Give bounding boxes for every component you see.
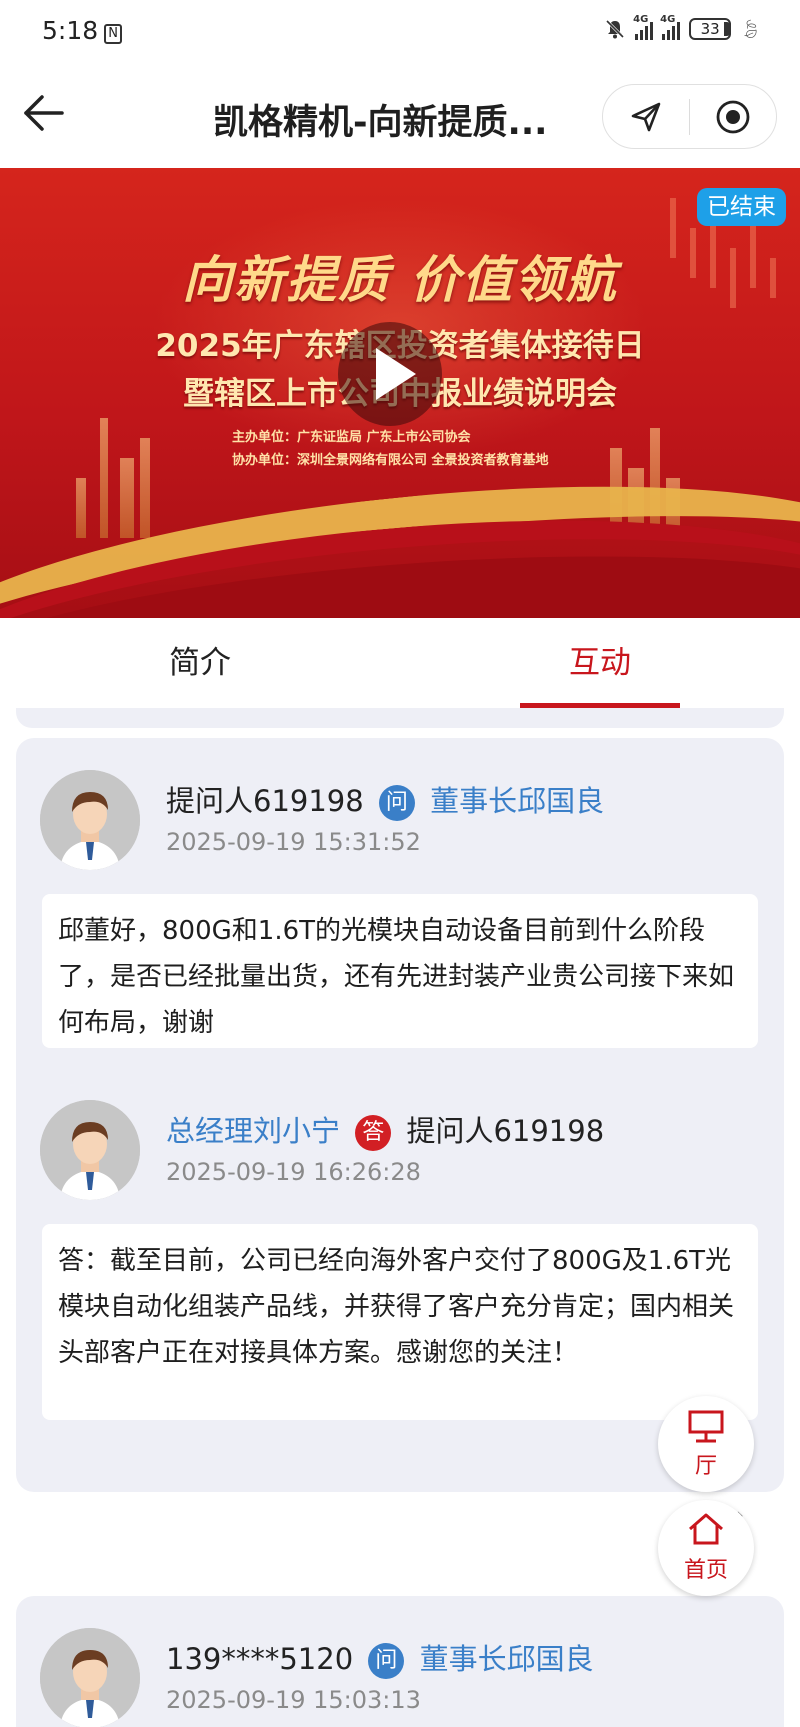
avatar	[40, 1628, 140, 1727]
question-badge: 问	[378, 785, 415, 821]
question-header: 提问人619198 问 董事长邱国良	[166, 778, 604, 821]
leaf-icon: 🍃︎	[739, 18, 762, 40]
banner-co-organizer: 协办单位：深圳全景网络有限公司 全景投资者教育基地	[232, 453, 549, 468]
tab-intro[interactable]: 简介	[0, 618, 400, 708]
live-video-banner[interactable]: 向新提质 价值领航 2025年广东辖区投资者集体接待日 暨辖区上市公司中报业绩说…	[0, 168, 800, 618]
answer-time: 2025-09-19 16:26:28	[166, 1158, 421, 1186]
status-time: 5:18 N	[42, 16, 123, 45]
qa-feed[interactable]: 提问人619198 问 董事长邱国良 2025-09-19 15:31:52 邱…	[0, 708, 800, 1727]
asker-name: 提问人619198	[166, 784, 364, 818]
answer-header: 总经理刘小宁 答 提问人619198	[166, 1108, 604, 1151]
status-bar: 5:18 N 4G 4G 33 🍃︎	[0, 0, 800, 66]
battery-icon: 33	[689, 18, 732, 40]
tab-bar: 简介 互动	[0, 618, 800, 708]
home-label: 首页	[683, 1558, 728, 1583]
responder-link[interactable]: 总经理刘小宁	[166, 1114, 340, 1148]
target-circle-icon	[716, 100, 750, 133]
previous-card	[16, 708, 784, 728]
target-person-link[interactable]: 董事长邱国良	[420, 1642, 594, 1676]
back-arrow-icon	[24, 95, 64, 131]
banner-slogan: 向新提质 价值领航	[182, 250, 618, 309]
user-avatar-icon	[40, 1100, 140, 1200]
network-type-2: 4G	[660, 14, 676, 25]
question-text: 邱董好，800G和1.6T的光模块自动设备目前到什么阶段了，是否已经批量出货，还…	[42, 894, 758, 1048]
clock-text: 5:18	[42, 16, 99, 45]
target-person-link[interactable]: 董事长邱国良	[430, 784, 604, 818]
page-title: 凯格精机-向新提质...	[213, 103, 548, 143]
question-time: 2025-09-19 15:31:52	[166, 828, 421, 856]
ended-status-badge: 已结束	[697, 188, 786, 226]
signal-strength-icon: 4G	[633, 14, 654, 40]
qa-card: 139****5120 问 董事长邱国良 2025-09-19 15:03:13	[16, 1596, 784, 1727]
home-icon	[689, 1513, 723, 1545]
play-button[interactable]	[338, 322, 442, 426]
user-avatar-icon	[40, 1628, 140, 1727]
nav-header: 凯格精机-向新提质...	[0, 66, 800, 168]
share-button[interactable]	[603, 85, 689, 148]
close-miniprogram-button[interactable]	[690, 85, 776, 148]
hall-float-button[interactable]: 厅	[658, 1396, 754, 1492]
asker-name: 139****5120	[166, 1642, 354, 1676]
nfc-icon: N	[104, 24, 123, 44]
network-type-1: 4G	[633, 14, 649, 25]
skyline-decoration	[100, 418, 108, 538]
tab-interaction[interactable]: 互动	[400, 618, 800, 708]
monitor-icon	[688, 1410, 724, 1443]
banner-organizer: 主办单位：广东证监局 广东上市公司协会	[232, 430, 471, 445]
answer-target: 提问人619198	[406, 1114, 605, 1148]
avatar	[40, 770, 140, 870]
answer-text: 答：截至目前，公司已经向海外客户交付了800G及1.6T光模块自动化组装产品线，…	[42, 1224, 758, 1420]
mini-program-capsule	[602, 84, 777, 149]
question-badge: 问	[368, 1643, 405, 1679]
answer-badge: 答	[355, 1115, 392, 1151]
user-avatar-icon	[40, 770, 140, 870]
send-arrow-icon	[631, 102, 661, 131]
home-float-button[interactable]: 首页	[658, 1500, 754, 1596]
avatar	[40, 1100, 140, 1200]
back-button[interactable]	[20, 88, 70, 138]
hall-label: 厅	[694, 1454, 717, 1479]
qa-card: 提问人619198 问 董事长邱国良 2025-09-19 15:31:52 邱…	[16, 738, 784, 1492]
signal-strength-icon-2: 4G	[660, 14, 681, 40]
question-time: 2025-09-19 15:03:13	[166, 1686, 421, 1714]
status-indicators: 4G 4G 33 🍃︎	[604, 14, 762, 40]
mute-bell-icon	[606, 19, 625, 39]
question-header: 139****5120 问 董事长邱国良	[166, 1636, 594, 1679]
